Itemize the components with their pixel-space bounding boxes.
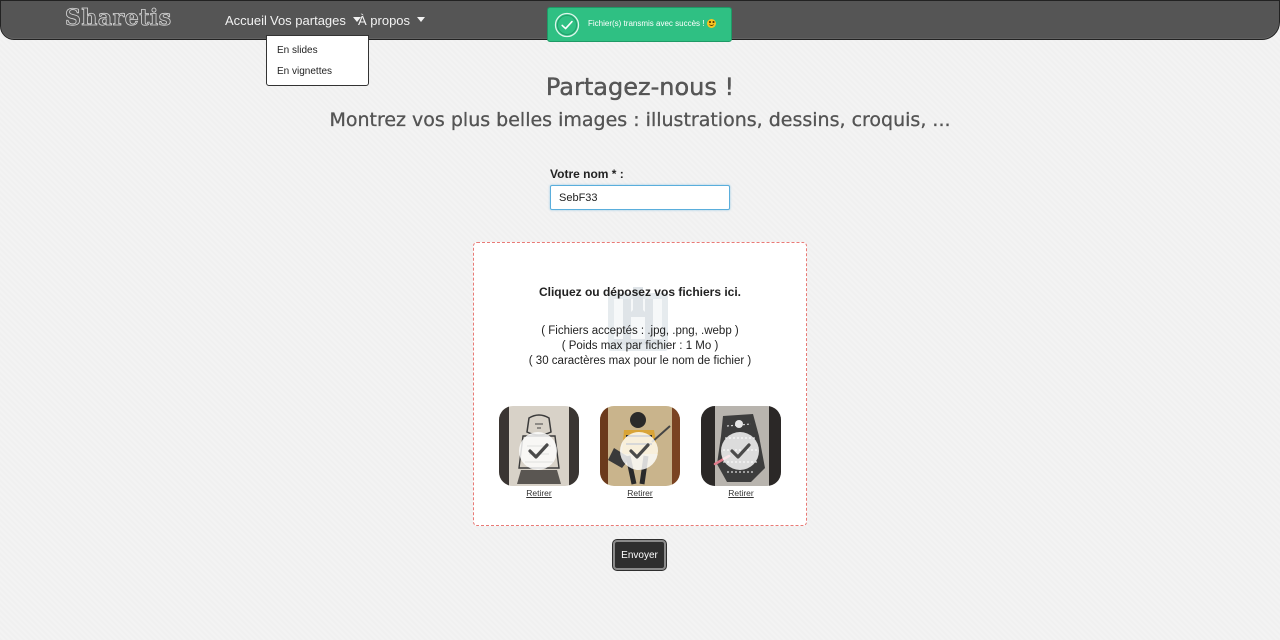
toast-message: Fichier(s) transmis avec succès ! — [588, 19, 717, 28]
dropzone-instruction: Cliquez ou déposez vos fichiers ici. — [538, 285, 742, 299]
file-dropzone[interactable]: Cliquez ou déposez vos fichiers ici. ( F… — [473, 242, 807, 526]
smiley-icon — [707, 19, 717, 28]
caret-down-icon — [417, 17, 426, 22]
file-thumbnail — [499, 406, 579, 486]
name-input[interactable] — [550, 185, 730, 210]
upload-success-overlay — [721, 432, 759, 470]
remove-file-link[interactable]: Retirer — [600, 488, 680, 498]
check-circle-icon — [554, 12, 580, 38]
nav-dropdown-shares[interactable]: Vos partages — [270, 13, 361, 28]
file-thumbnail — [701, 406, 781, 486]
nav-link-home[interactable]: Accueil — [225, 13, 267, 28]
file-thumbnail — [600, 406, 680, 486]
nav-dropdown-about[interactable]: À propos — [358, 13, 426, 28]
page-subtitle: Montrez vos plus belles images : illustr… — [329, 109, 951, 131]
dropzone-accepted-types: ( Fichiers acceptés : .jpg, .png, .webp … — [541, 325, 739, 337]
dropzone-max-size: ( Poids max par fichier : 1 Mo ) — [561, 340, 719, 352]
dropdown-item-slides[interactable]: En slides — [277, 45, 318, 56]
name-label: Votre nom * : — [550, 167, 624, 181]
remove-file-link[interactable]: Retirer — [499, 488, 579, 498]
remove-file-link[interactable]: Retirer — [701, 488, 781, 498]
check-icon — [629, 443, 650, 459]
submit-button[interactable]: Envoyer — [613, 540, 666, 570]
nav-dropdown-shares-label: Vos partages — [270, 13, 346, 28]
check-icon — [528, 443, 549, 459]
page-title: Partagez-nous ! — [545, 73, 735, 101]
nav-dropdown-about-label: À propos — [358, 13, 411, 28]
upload-success-overlay — [519, 432, 557, 470]
dropzone-max-filename: ( 30 caractères max pour le nom de fichi… — [528, 355, 752, 367]
brand-logo[interactable]: Sharetis — [65, 5, 172, 32]
success-toast: Fichier(s) transmis avec succès ! — [547, 7, 732, 42]
upload-success-overlay — [620, 432, 658, 470]
check-icon — [730, 443, 751, 459]
toast-message-text: Fichier(s) transmis avec succès ! — [588, 19, 705, 28]
